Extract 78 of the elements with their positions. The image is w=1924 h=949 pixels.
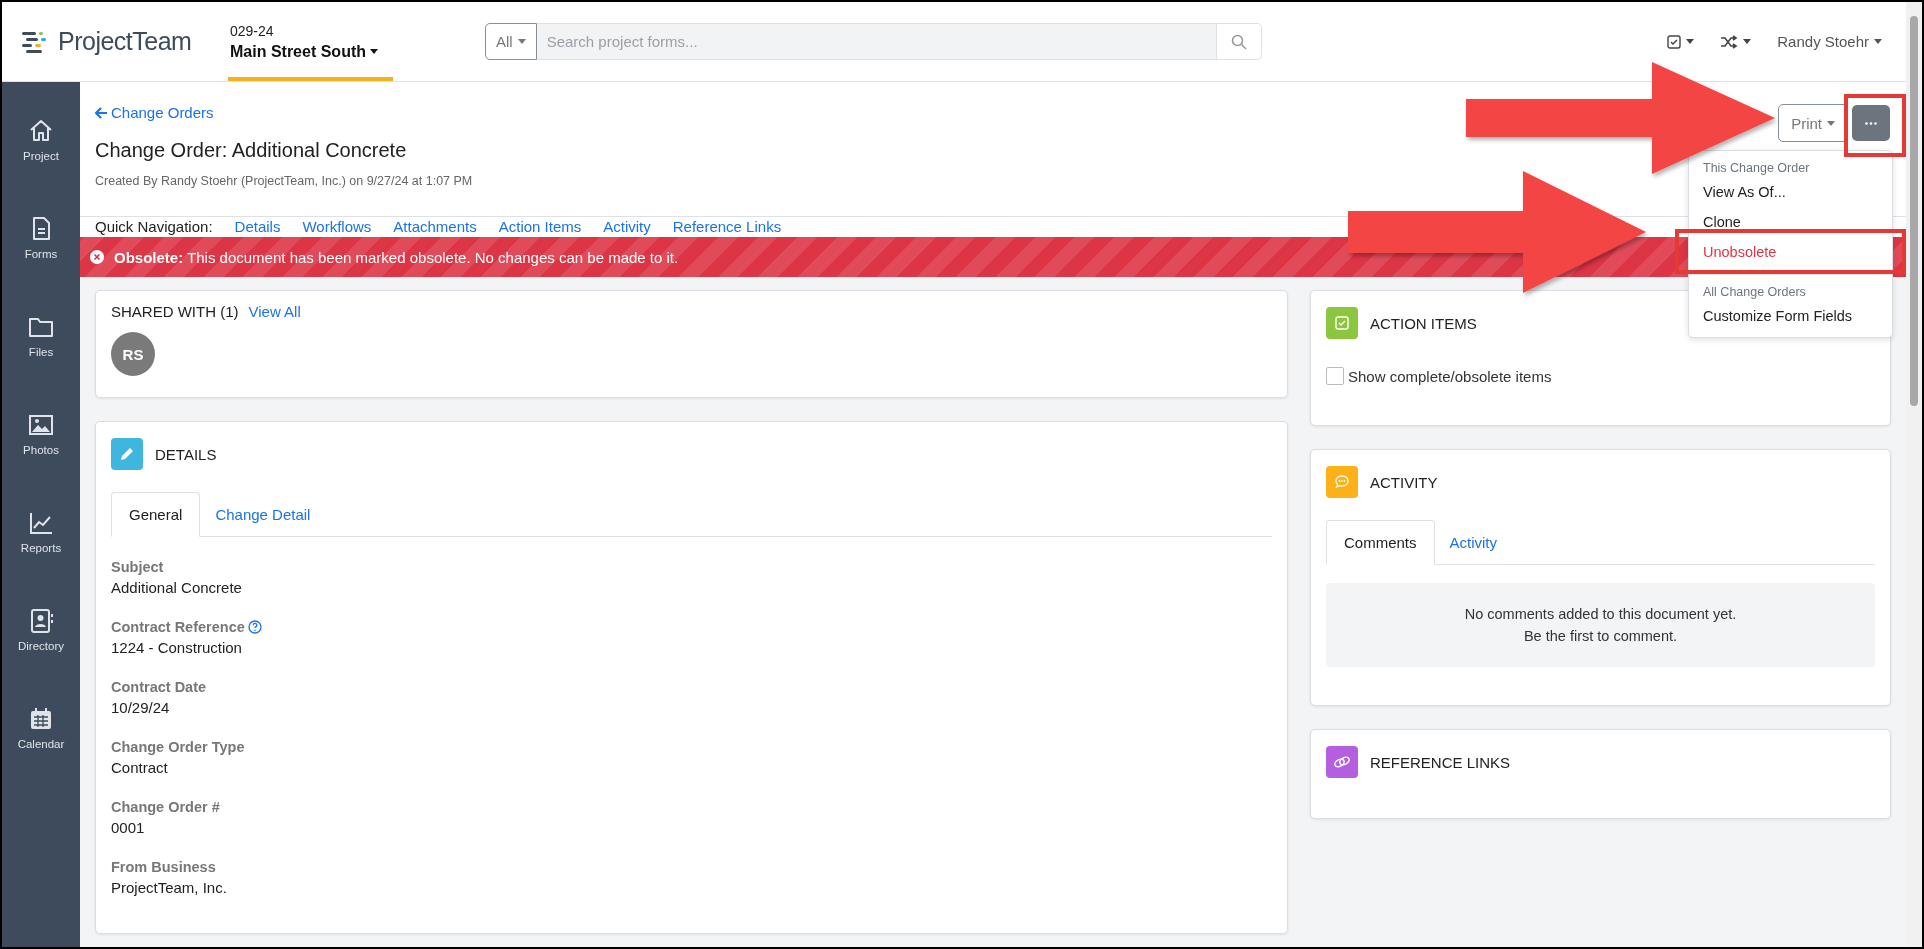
sidebar-item[interactable]: Project <box>2 90 80 188</box>
field-label: Change Order Type <box>111 738 245 757</box>
user-menu[interactable]: Randy Stoehr <box>1777 33 1882 50</box>
card-title: ACTIVITY <box>1370 473 1438 491</box>
empty-message: Be the first to comment. <box>1523 627 1678 646</box>
checkbox-icon <box>1667 34 1682 49</box>
field-value: 0001 <box>111 818 146 838</box>
caret-icon <box>517 39 526 44</box>
card-title: ACTION ITEMS <box>1370 314 1477 332</box>
search-button[interactable] <box>1216 23 1262 60</box>
tasks-menu-button[interactable] <box>1667 34 1695 49</box>
shuffle-icon <box>1720 34 1739 49</box>
quick-navigation-link[interactable]: Workflows <box>302 218 372 236</box>
page-title: Change Order: Additional Concrete <box>95 138 408 162</box>
more-button[interactable] <box>1852 105 1890 141</box>
pencil-icon <box>111 438 143 470</box>
sidebar-item[interactable]: Files <box>2 286 80 384</box>
sidebar-item[interactable]: Reports <box>2 482 80 580</box>
tab[interactable]: Change Detail <box>200 492 326 537</box>
created-by-text: Created By Randy Stoehr (ProjectTeam, Inc.) on 9/27/24 at 1:07 PM <box>95 173 474 188</box>
banner-message: Obsolete: This document has been marked obsolete. No changes can be made to it. <box>114 248 679 266</box>
menu-section-header: All Change Orders <box>1702 284 1807 301</box>
scrollbar[interactable] <box>1906 2 1922 947</box>
quick-navigation-link[interactable]: Attachments <box>393 218 477 236</box>
card-title: REFERENCE LINKS <box>1370 753 1511 771</box>
caret-icon <box>1827 120 1835 126</box>
caret-icon <box>1743 39 1752 44</box>
menu-item[interactable]: Unobsolete <box>1689 237 1892 267</box>
card-title: SHARED WITH (1) <box>111 303 239 320</box>
search-field[interactable]: Search project forms... <box>536 23 1217 60</box>
menu-item[interactable]: Clone <box>1689 207 1892 237</box>
checkbox[interactable] <box>1326 367 1344 385</box>
caret-icon <box>1874 39 1882 44</box>
help-icon[interactable] <box>247 620 262 634</box>
tab[interactable]: Activity <box>1434 520 1513 565</box>
caret-icon <box>370 49 378 54</box>
quick-navigation-link[interactable]: Action Items <box>498 218 582 236</box>
field-value: Contract <box>111 758 169 778</box>
checkbox-icon <box>1326 307 1358 339</box>
sidebar-item[interactable]: Photos <box>2 384 80 482</box>
quick-navigation-link[interactable]: Reference Links <box>672 218 782 236</box>
avatar[interactable]: RS <box>111 332 155 376</box>
field-label: Contract Date <box>111 678 207 697</box>
empty-message: No comments added to this document yet. <box>1464 605 1737 624</box>
quick-navigation-label: Quick Navigation: <box>95 218 213 236</box>
arrow-left-icon <box>95 106 107 119</box>
search-icon <box>1230 33 1247 50</box>
menu-item[interactable]: Customize Form Fields <box>1689 301 1892 331</box>
menu-section-header: This Change Order <box>1702 160 1811 177</box>
field-label: Subject <box>111 558 164 577</box>
field-label: Change Order # <box>111 798 220 817</box>
sidebar-item[interactable]: Forms <box>2 188 80 286</box>
search-scope-dropdown[interactable]: All <box>485 23 537 60</box>
sidebar-item[interactable]: Directory <box>2 580 80 678</box>
link-icon <box>1326 746 1358 778</box>
tab[interactable]: Comments <box>1326 520 1435 565</box>
quick-navigation-link[interactable]: Details <box>234 218 281 236</box>
tab[interactable]: General <box>111 492 201 537</box>
menu-item[interactable]: View As Of... <box>1689 177 1892 207</box>
caret-icon <box>1686 39 1695 44</box>
sidebar-item[interactable]: Calendar <box>2 678 80 776</box>
error-icon <box>90 250 104 264</box>
field-value: ProjectTeam, Inc. <box>111 878 228 898</box>
field-value: 1224 - Construction <box>111 638 243 658</box>
quick-navigation-link[interactable]: Activity <box>603 218 651 236</box>
field-value: Additional Concrete <box>111 578 243 598</box>
highlight-frame <box>1844 94 1906 157</box>
field-value: 10/29/24 <box>111 698 171 718</box>
chat-bubble-icon <box>1326 466 1358 498</box>
switch-menu-button[interactable] <box>1720 34 1752 49</box>
checkbox-label[interactable]: Show complete/obsolete items <box>1348 367 1552 385</box>
logo-text: ProjectTeam <box>58 27 192 56</box>
field-label: Contract Reference <box>111 618 245 637</box>
back-link[interactable]: Change Orders <box>95 104 214 121</box>
card-title: DETAILS <box>155 445 217 463</box>
view-all-link[interactable]: View All <box>248 303 301 320</box>
field-label: From Business <box>111 858 216 877</box>
more-icon <box>1865 121 1877 125</box>
